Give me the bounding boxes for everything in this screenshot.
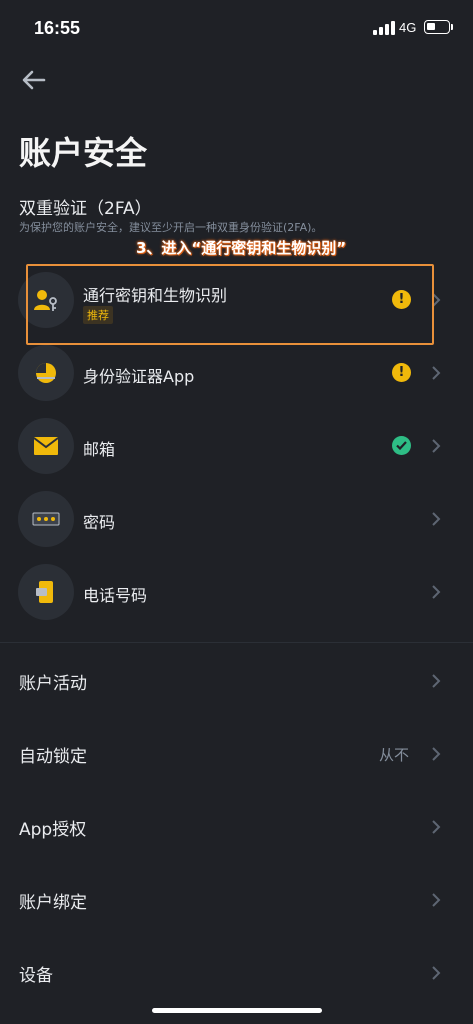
menu-item-account-binding[interactable]: 账户绑定: [0, 864, 473, 936]
authenticator-icon: [18, 345, 74, 401]
page-title: 账户安全: [19, 134, 148, 172]
recommended-badge: 推荐: [83, 306, 113, 324]
chevron-right-icon: [432, 439, 441, 453]
chevron-right-icon: [432, 893, 441, 907]
check-icon: [392, 436, 411, 455]
chevron-right-icon: [432, 366, 441, 380]
twofa-item-label: 通行密钥和生物识别: [83, 286, 228, 305]
signal-icon: [373, 21, 395, 35]
twofa-item-label: 密码: [83, 513, 116, 532]
twofa-item-password[interactable]: 密码: [0, 483, 473, 555]
password-icon: [18, 491, 74, 547]
warning-icon: !: [392, 290, 411, 309]
twofa-item-label: 身份验证器App: [83, 367, 195, 386]
email-icon: [18, 418, 74, 474]
divider: [0, 642, 473, 643]
menu-item-label: 账户绑定: [19, 893, 87, 913]
twofa-section-description: 为保护您的账户安全，建议至少开启一种双重身份验证(2FA)。: [19, 221, 323, 234]
chevron-right-icon: [432, 293, 441, 307]
menu-item-label: 账户活动: [19, 674, 87, 694]
auto-lock-value: 从不: [379, 746, 410, 764]
menu-item-label: 自动锁定: [19, 747, 87, 767]
chevron-right-icon: [432, 747, 441, 761]
arrow-left-icon: [22, 70, 46, 90]
status-bar: 16:55 4G: [0, 0, 473, 56]
home-indicator[interactable]: [152, 1008, 322, 1013]
menu-item-devices[interactable]: 设备: [0, 937, 473, 1009]
twofa-item-label: 邮箱: [83, 440, 116, 459]
menu-item-label: App授权: [19, 820, 87, 840]
twofa-item-email[interactable]: 邮箱: [0, 410, 473, 482]
back-button[interactable]: [20, 66, 48, 94]
tutorial-annotation: 3、进入“通行密钥和生物识别”: [136, 239, 347, 257]
chevron-right-icon: [432, 820, 441, 834]
twofa-section-title: 双重验证（2FA）: [19, 199, 152, 219]
twofa-item-phone[interactable]: 电话号码: [0, 556, 473, 628]
twofa-item-authenticator[interactable]: 身份验证器App !: [0, 337, 473, 409]
network-type: 4G: [399, 20, 417, 35]
menu-item-auto-lock[interactable]: 自动锁定 从不: [0, 718, 473, 790]
chevron-right-icon: [432, 512, 441, 526]
chevron-right-icon: [432, 966, 441, 980]
warning-icon: !: [392, 363, 411, 382]
chevron-right-icon: [432, 585, 441, 599]
twofa-item-label: 电话号码: [83, 586, 148, 605]
status-time: 16:55: [34, 18, 81, 38]
phone-icon: [18, 564, 74, 620]
battery-icon: [424, 20, 450, 34]
menu-item-app-authorization[interactable]: App授权: [0, 791, 473, 863]
twofa-item-passkey[interactable]: 通行密钥和生物识别 推荐 !: [0, 264, 473, 336]
chevron-right-icon: [432, 674, 441, 688]
menu-item-label: 设备: [19, 966, 53, 986]
passkey-biometric-icon: [18, 272, 74, 328]
menu-item-account-activity[interactable]: 账户活动: [0, 645, 473, 717]
